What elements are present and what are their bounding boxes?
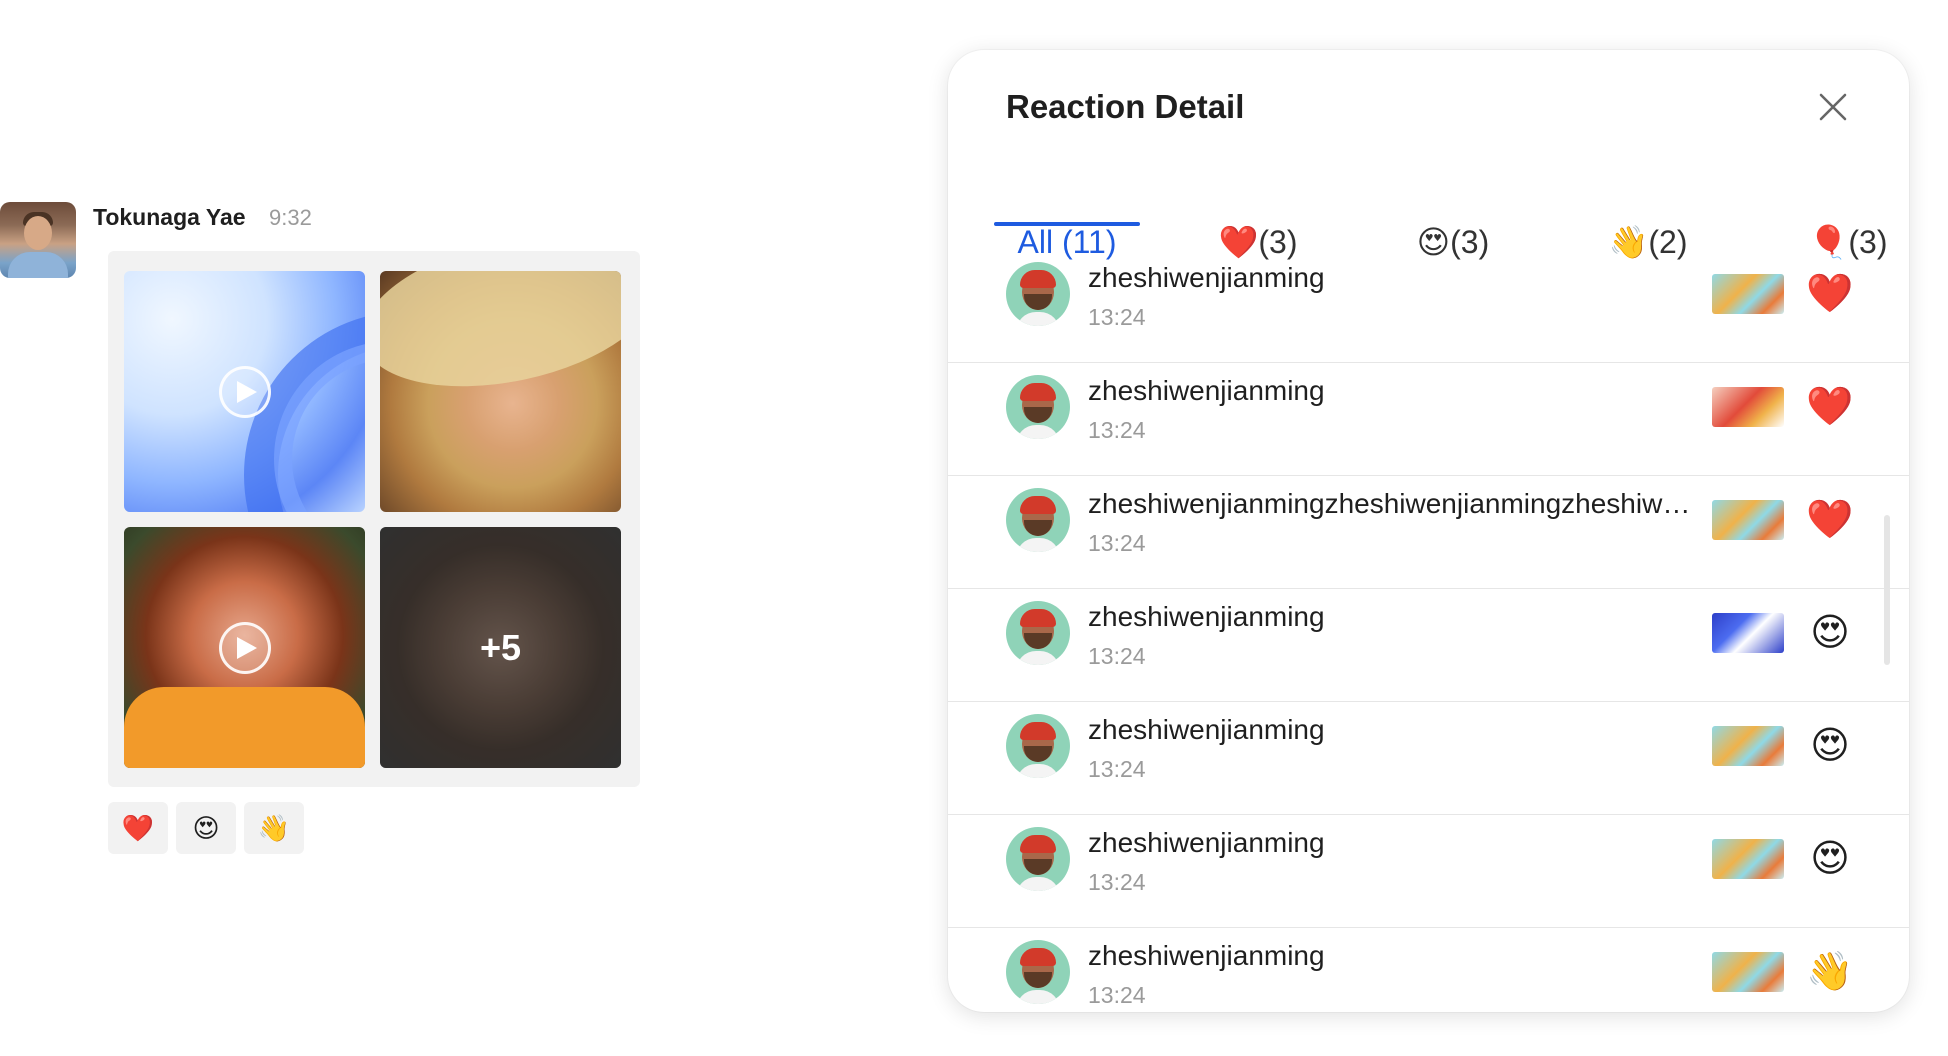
- reaction-emoji: ❤️: [1806, 273, 1854, 315]
- message-thumbnail: [1712, 726, 1784, 766]
- reaction-chips: ❤️ 😍 👋: [108, 802, 304, 854]
- reaction-time: 13:24: [1088, 304, 1146, 330]
- reaction-time: 13:24: [1088, 982, 1146, 1008]
- list-item[interactable]: zheshiwenjianmingzheshiwenjianmingzheshi…: [948, 476, 1909, 589]
- message-thumbnail: [1712, 839, 1784, 879]
- list-item[interactable]: zheshiwenjianming 13:24 👋: [948, 928, 1909, 1012]
- user-name: zheshiwenjianming: [1088, 940, 1325, 971]
- reaction-emoji: 😍: [1810, 725, 1850, 767]
- reaction-emoji: 👋: [1806, 951, 1854, 993]
- message-thumbnail: [1712, 952, 1784, 992]
- play-icon[interactable]: [218, 621, 271, 674]
- message-thumbnail: [1712, 274, 1784, 314]
- list-item[interactable]: zheshiwenjianming 13:24 😍: [948, 815, 1909, 928]
- message-thumbnail: [1712, 387, 1784, 427]
- message-thumbnail: [1712, 500, 1784, 540]
- list-item[interactable]: zheshiwenjianming 13:24 😍: [948, 589, 1909, 702]
- reaction-time: 13:24: [1088, 643, 1146, 669]
- message-thumbnail: [1712, 613, 1784, 653]
- reaction-emoji: 😍: [1810, 838, 1850, 880]
- close-button[interactable]: [1811, 85, 1855, 129]
- list-item[interactable]: zheshiwenjianming 13:24 ❤️: [948, 250, 1909, 363]
- user-avatar[interactable]: [1006, 488, 1070, 552]
- media-video-thumbnail[interactable]: [124, 527, 365, 768]
- reaction-chip-heart-eyes[interactable]: 😍: [176, 802, 236, 854]
- active-tab-indicator: [994, 222, 1140, 226]
- play-icon[interactable]: [218, 365, 271, 418]
- user-avatar[interactable]: [1006, 262, 1070, 326]
- reaction-chip-heart[interactable]: ❤️: [108, 802, 168, 854]
- reaction-list: zheshiwenjianming 13:24 ❤️ zheshiwenjian…: [948, 250, 1909, 1012]
- sender-avatar[interactable]: [0, 202, 76, 278]
- user-name: zheshiwenjianming: [1088, 262, 1325, 293]
- media-grid: +5: [108, 251, 640, 787]
- user-avatar[interactable]: [1006, 601, 1070, 665]
- user-avatar[interactable]: [1006, 375, 1070, 439]
- reaction-time: 13:24: [1088, 869, 1146, 895]
- media-video-thumbnail[interactable]: [124, 271, 365, 512]
- media-image-thumbnail[interactable]: [380, 271, 621, 512]
- reaction-emoji: ❤️: [1806, 386, 1854, 428]
- reaction-time: 13:24: [1088, 530, 1146, 556]
- user-avatar[interactable]: [1006, 940, 1070, 1004]
- close-icon: [1819, 93, 1847, 121]
- reaction-emoji: 😍: [1810, 612, 1850, 654]
- reaction-emoji: ❤️: [1806, 499, 1854, 541]
- list-item[interactable]: zheshiwenjianming 13:24 😍: [948, 702, 1909, 815]
- user-name: zheshiwenjianming: [1088, 827, 1325, 858]
- reaction-time: 13:24: [1088, 756, 1146, 782]
- list-item[interactable]: zheshiwenjianming 13:24 ❤️: [948, 363, 1909, 476]
- message-time: 9:32: [269, 205, 312, 230]
- reaction-detail-panel: Reaction Detail All (11) ❤️(3) 😍(3) 👋(2)…: [948, 50, 1909, 1012]
- more-media-count: +5: [479, 626, 522, 668]
- user-avatar[interactable]: [1006, 827, 1070, 891]
- user-name: zheshiwenjianming: [1088, 601, 1325, 632]
- user-name: zheshiwenjianming: [1088, 714, 1325, 745]
- user-name: zheshiwenjianmingzheshiwenjianmingzheshi…: [1088, 488, 1698, 519]
- sender-name: Tokunaga Yae: [93, 204, 246, 230]
- media-more-thumbnail[interactable]: +5: [380, 527, 621, 768]
- reaction-chip-wave[interactable]: 👋: [244, 802, 304, 854]
- user-name: zheshiwenjianming: [1088, 375, 1325, 406]
- reaction-time: 13:24: [1088, 417, 1146, 443]
- user-avatar[interactable]: [1006, 714, 1070, 778]
- panel-title: Reaction Detail: [1006, 88, 1245, 125]
- scrollbar[interactable]: [1884, 515, 1890, 665]
